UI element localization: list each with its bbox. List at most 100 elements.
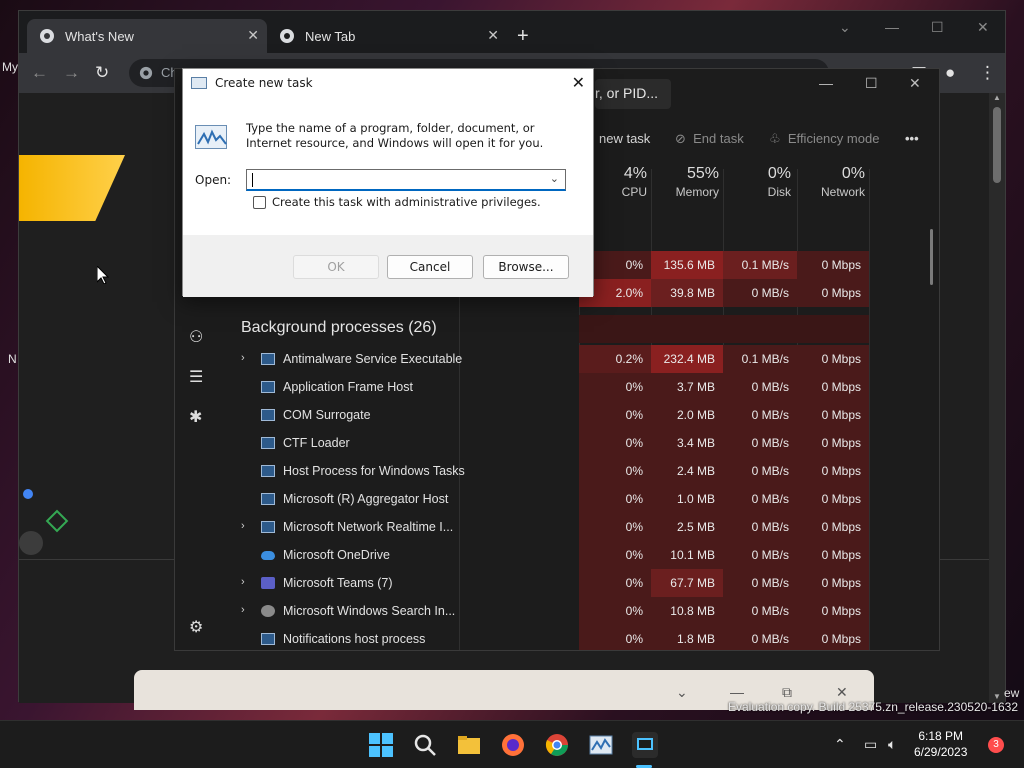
table-row[interactable]: › Microsoft Network Realtime I... 0% 2.5 MB… bbox=[225, 513, 939, 541]
task-manager-icon[interactable] bbox=[588, 732, 614, 758]
process-icon bbox=[261, 633, 275, 645]
checkbox-box[interactable] bbox=[253, 195, 266, 209]
network-cell: 0 Mbps bbox=[797, 597, 869, 625]
maximize-icon[interactable]: ☐ bbox=[865, 75, 878, 92]
task-manager-graph-icon bbox=[195, 125, 227, 149]
cpu-cell: 0% bbox=[579, 373, 651, 401]
column-header-disk[interactable]: 0% Disk bbox=[723, 165, 791, 213]
start-icon[interactable] bbox=[368, 732, 394, 758]
process-name: CTF Loader bbox=[283, 436, 350, 450]
memory-cell: 39.8 MB bbox=[651, 279, 723, 307]
minimize-icon[interactable]: — bbox=[730, 684, 744, 700]
table-row[interactable]: Application Frame Host 0% 3.7 MB 0 MB/s 0 Mb… bbox=[225, 373, 939, 401]
chevron-down-icon[interactable]: ⌄ bbox=[550, 172, 559, 185]
clock[interactable]: 6:18 PM 6/29/2023 bbox=[914, 728, 967, 760]
chevron-right-icon[interactable]: › bbox=[241, 352, 245, 364]
open-combobox[interactable]: ⌄ bbox=[246, 169, 566, 191]
clock-time: 6:18 PM bbox=[918, 729, 964, 743]
network-cell: 0 Mbps bbox=[797, 457, 869, 485]
file-explorer-icon[interactable] bbox=[456, 732, 482, 758]
chevron-right-icon[interactable]: › bbox=[241, 604, 245, 616]
network-cell: 0 Mbps bbox=[797, 401, 869, 429]
reload-icon[interactable]: ↻ bbox=[95, 63, 109, 83]
memory-cell: 232.4 MB bbox=[651, 345, 723, 373]
notification-badge[interactable]: 3 bbox=[988, 737, 1004, 753]
new-tab-button[interactable]: + bbox=[517, 25, 529, 48]
network-icon[interactable]: ▭ bbox=[864, 736, 877, 753]
close-window-icon[interactable]: ✕ bbox=[977, 19, 989, 36]
chevron-right-icon[interactable]: › bbox=[241, 576, 245, 588]
scroll-up-icon[interactable]: ▲ bbox=[993, 93, 1001, 102]
table-row[interactable]: CTF Loader 0% 3.4 MB 0 MB/s 0 Mbps bbox=[225, 429, 939, 457]
table-row[interactable]: Microsoft OneDrive 0% 10.1 MB 0 MB/s 0 Mbps bbox=[225, 541, 939, 569]
close-tab-icon[interactable]: ✕ bbox=[247, 27, 259, 44]
heat-strip bbox=[579, 315, 651, 343]
maximize-icon[interactable]: ☐ bbox=[931, 19, 944, 36]
forward-icon[interactable]: → bbox=[63, 63, 80, 83]
table-row[interactable]: › Antimalware Service Executable 0.2% 232.4… bbox=[225, 345, 939, 373]
chrome-icon[interactable] bbox=[544, 732, 570, 758]
users-icon[interactable]: ⚇ bbox=[189, 327, 203, 347]
table-row[interactable]: COM Surrogate 0% 2.0 MB 0 MB/s 0 Mbps bbox=[225, 401, 939, 429]
page-scrollbar[interactable]: ▲ ▼ bbox=[989, 93, 1005, 703]
table-row[interactable]: Host Process for Windows Tasks 0% 2.4 MB 0 … bbox=[225, 457, 939, 485]
tab-search-icon[interactable]: ⌄ bbox=[839, 19, 851, 36]
cpu-cell: 0% bbox=[579, 513, 651, 541]
close-window-icon[interactable]: ✕ bbox=[909, 75, 921, 92]
run-new-task-button[interactable]: new task bbox=[599, 131, 650, 146]
close-window-icon[interactable]: ✕ bbox=[836, 684, 848, 701]
run-dialog-icon[interactable] bbox=[632, 732, 658, 758]
disk-cell: 0 MB/s bbox=[723, 597, 797, 625]
disk-cell: 0 MB/s bbox=[723, 401, 797, 429]
search-icon[interactable] bbox=[412, 732, 438, 758]
profile-icon[interactable]: ● bbox=[945, 63, 955, 83]
search-input[interactable]: r, or PID... bbox=[595, 79, 671, 109]
close-tab-icon[interactable]: ✕ bbox=[487, 27, 499, 44]
create-new-task-dialog: Create new task ✕ Type the name of a pro… bbox=[182, 68, 594, 297]
process-name: Microsoft Windows Search In... bbox=[283, 604, 456, 618]
tab-whats-new[interactable]: What's New ✕ bbox=[27, 19, 267, 53]
chevron-down-icon[interactable]: ⌄ bbox=[676, 684, 688, 701]
close-icon[interactable]: ✕ bbox=[572, 73, 585, 92]
settings-icon[interactable]: ⚙ bbox=[189, 617, 203, 637]
cpu-cell: 0.2% bbox=[579, 345, 651, 373]
services-icon[interactable]: ✱ bbox=[189, 407, 202, 427]
process-icon bbox=[261, 465, 275, 477]
decorative-dot bbox=[23, 489, 33, 499]
ok-button[interactable]: OK bbox=[293, 255, 379, 279]
table-row[interactable]: › Microsoft Windows Search In... 0% 10.8 MB… bbox=[225, 597, 939, 625]
heat-strip bbox=[797, 315, 869, 343]
maximize-icon[interactable]: ⧉ bbox=[782, 684, 792, 701]
cancel-button[interactable]: Cancel bbox=[387, 255, 473, 279]
efficiency-mode-button[interactable]: ♧ Efficiency mode bbox=[769, 131, 879, 147]
checkbox-label: Create this task with administrative pri… bbox=[272, 195, 541, 209]
memory-cell: 1.0 MB bbox=[651, 485, 723, 513]
admin-privileges-checkbox[interactable]: Create this task with administrative pri… bbox=[253, 195, 541, 209]
cpu-cell: 0% bbox=[579, 457, 651, 485]
more-options-button[interactable]: ••• bbox=[905, 131, 919, 146]
chevron-right-icon[interactable]: › bbox=[241, 520, 245, 532]
details-icon[interactable]: ☰ bbox=[189, 367, 203, 387]
table-row[interactable]: Notifications host process 0% 1.8 MB 0 MB/s… bbox=[225, 625, 939, 650]
chevron-up-icon[interactable]: ⌃ bbox=[834, 736, 846, 753]
list-scrollbar[interactable] bbox=[930, 229, 933, 285]
table-row[interactable]: Microsoft (R) Aggregator Host 0% 1.0 MB 0 M… bbox=[225, 485, 939, 513]
volume-icon[interactable]: 🔈︎ bbox=[888, 736, 896, 753]
minimize-icon[interactable]: — bbox=[819, 75, 833, 91]
minimize-icon[interactable]: — bbox=[885, 19, 899, 35]
network-cell: 0 Mbps bbox=[797, 373, 869, 401]
tab-new-tab[interactable]: New Tab ✕ bbox=[267, 19, 507, 53]
menu-icon[interactable]: ⋮ bbox=[979, 63, 996, 83]
column-header-memory[interactable]: 55% Memory bbox=[651, 165, 719, 213]
scrollbar-thumb[interactable] bbox=[993, 107, 1001, 183]
process-icon bbox=[261, 437, 275, 449]
disk-cell: 0 MB/s bbox=[723, 541, 797, 569]
dialog-description: Type the name of a program, folder, docu… bbox=[246, 121, 544, 150]
firefox-icon[interactable] bbox=[500, 732, 526, 758]
cpu-cell: 0% bbox=[579, 541, 651, 569]
end-task-button[interactable]: ⊘ End task bbox=[675, 131, 744, 147]
table-row[interactable]: › Microsoft Teams (7) 0% 67.7 MB 0 MB/s 0 Mbp… bbox=[225, 569, 939, 597]
back-icon[interactable]: ← bbox=[31, 63, 48, 83]
column-header-network[interactable]: 0% Network bbox=[795, 165, 865, 213]
browse-button[interactable]: Browse... bbox=[483, 255, 569, 279]
